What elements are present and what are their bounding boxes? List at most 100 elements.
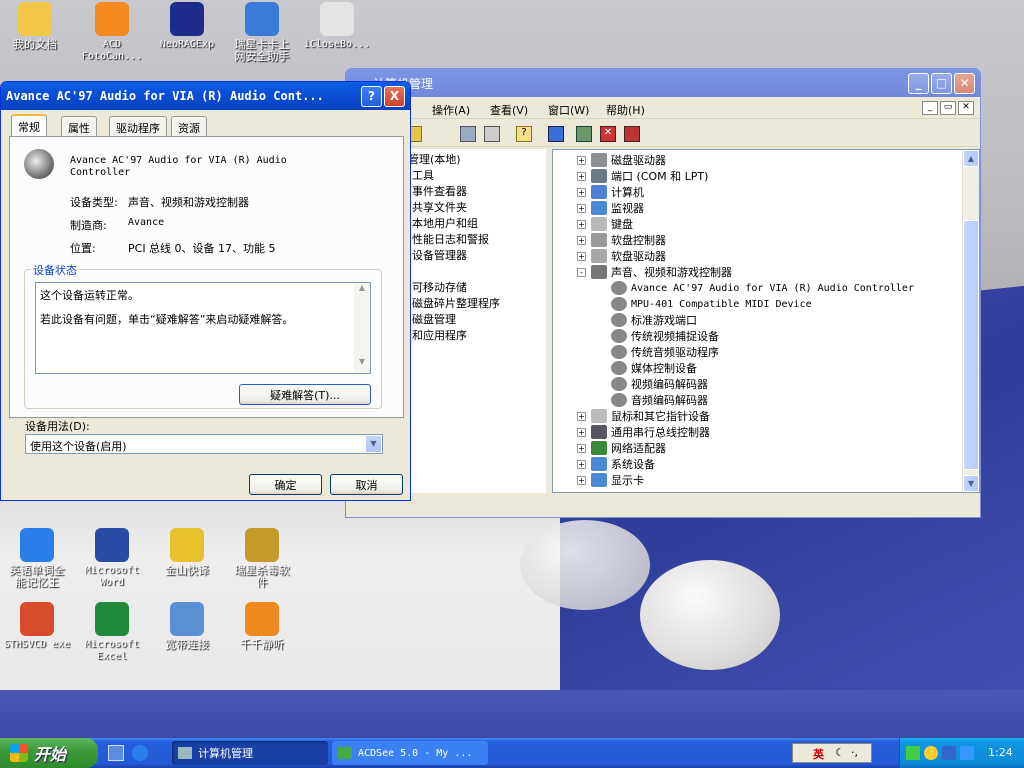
scroll-down-button[interactable]: ▼ xyxy=(963,475,979,492)
desktop-icon[interactable]: iCloseBo... xyxy=(292,2,382,51)
menu-action[interactable]: 操作(A) xyxy=(432,102,470,118)
safe-tray-icon[interactable] xyxy=(960,746,974,760)
device-usage-select[interactable]: 使用这个设备(启用) ▼ xyxy=(25,434,383,454)
device-tree-item[interactable]: 音频编码解码器 xyxy=(611,392,708,408)
menu-help[interactable]: 帮助(H) xyxy=(606,102,645,118)
scroll-up-button[interactable]: ▲ xyxy=(963,150,979,167)
device-tree-item[interactable]: + 监视器 xyxy=(577,200,644,216)
expand-toggle[interactable]: + xyxy=(577,427,586,437)
volume-tray-icon[interactable] xyxy=(924,746,938,760)
expand-toggle[interactable]: + xyxy=(577,475,586,485)
expand-toggle[interactable]: + xyxy=(577,187,586,197)
device-tree-item[interactable]: - 声音、视频和游戏控制器 xyxy=(577,264,732,280)
console-tree-item[interactable]: 磁盘管理 xyxy=(412,311,456,327)
expand-toggle[interactable]: + xyxy=(577,219,586,229)
device-tree-item[interactable]: + 系统设备 xyxy=(577,456,655,472)
console-tree-item[interactable]: 工具 xyxy=(412,167,434,183)
console-tree-item[interactable]: 共享文件夹 xyxy=(412,199,467,215)
network-tray-icon[interactable] xyxy=(906,746,920,760)
device-tree-item[interactable]: 传统视频捕捉设备 xyxy=(611,328,719,344)
device-tree-pane[interactable]: + 磁盘驱动器 + 端口 (COM 和 LPT) + 计算机 + 监视器 + 键盘 + 软盘控制器 + 软… xyxy=(552,149,980,493)
print-icon[interactable] xyxy=(484,126,500,142)
expand-toggle[interactable]: + xyxy=(577,171,586,181)
device-tree-item[interactable]: 媒体控制设备 xyxy=(611,360,697,376)
mgmt-titlebar[interactable]: 计算机管理 _ □ ✕ xyxy=(346,69,980,97)
update-driver-icon[interactable] xyxy=(576,126,592,142)
dialog-close-button[interactable]: X xyxy=(384,85,405,107)
device-status-textbox[interactable]: 这个设备运转正常。 若此设备有问题，单击“疑难解答”来启动疑难解答。 ▲ ▼ xyxy=(35,282,371,374)
expand-toggle[interactable]: + xyxy=(577,443,586,453)
expand-toggle[interactable]: + xyxy=(577,459,586,469)
console-tree-item[interactable]: 设备管理器 xyxy=(412,247,467,263)
ime-moon-icon[interactable]: ☾ xyxy=(835,746,845,759)
expand-toggle[interactable]: + xyxy=(577,235,586,245)
console-tree-item[interactable]: 管理(本地) xyxy=(408,151,461,167)
task-acdsee[interactable]: ACDSee 5.0 - My ... xyxy=(332,741,488,765)
device-properties-dialog[interactable]: Avance AC'97 Audio for VIA (R) Audio Con… xyxy=(0,81,411,501)
device-tree-item[interactable]: + 软盘驱动器 xyxy=(577,248,666,264)
ime-bar[interactable]: 英 ☾ ·, xyxy=(792,743,872,763)
device-tree-item[interactable]: + 端口 (COM 和 LPT) xyxy=(577,168,708,184)
status-scrollbar[interactable]: ▲ ▼ xyxy=(354,283,370,373)
maximize-button[interactable]: □ xyxy=(931,72,952,94)
expand-toggle[interactable]: + xyxy=(577,155,586,165)
device-tree-item[interactable]: 传统音频驱动程序 xyxy=(611,344,719,360)
cancel-button[interactable]: 取消 xyxy=(330,474,403,495)
tab-resources[interactable]: 资源 xyxy=(171,116,207,136)
menu-view[interactable]: 查看(V) xyxy=(490,102,528,118)
device-tree-item[interactable]: + 键盘 xyxy=(577,216,633,232)
start-button[interactable]: 开始 xyxy=(0,738,98,768)
ime-mode[interactable]: 英 xyxy=(813,746,824,762)
ok-button[interactable]: 确定 xyxy=(249,474,322,495)
show-desktop-icon[interactable] xyxy=(108,745,124,761)
dialog-titlebar[interactable]: Avance AC'97 Audio for VIA (R) Audio Con… xyxy=(1,82,410,110)
disable-icon[interactable] xyxy=(624,126,640,142)
device-tree-item[interactable]: + 鼠标和其它指针设备 xyxy=(577,408,710,424)
tab-properties[interactable]: 属性 xyxy=(61,116,97,136)
device-tree-item[interactable]: + 磁盘驱动器 xyxy=(577,152,666,168)
clock[interactable]: 1:24 xyxy=(988,746,1013,759)
console-tree-item[interactable]: 性能日志和警报 xyxy=(412,231,489,247)
status-scroll-down[interactable]: ▼ xyxy=(354,357,370,373)
computer-management-window[interactable]: 计算机管理 _ □ ✕ 操作(A) 查看(V) 窗口(W) 帮助(H) _ ▭ … xyxy=(345,68,981,518)
mdi-close-button[interactable]: ✕ xyxy=(958,101,974,115)
expand-toggle[interactable]: + xyxy=(577,203,586,213)
expand-toggle[interactable]: - xyxy=(577,267,586,277)
uninstall-icon[interactable]: ✕ xyxy=(600,126,616,142)
desktop-icon[interactable]: 瑞星杀毒软 件 xyxy=(217,528,307,589)
chevron-down-icon[interactable]: ▼ xyxy=(365,435,382,453)
device-tree-item[interactable]: + 显示卡 xyxy=(577,472,644,488)
device-tree-item[interactable]: MPU-401 Compatible MIDI Device xyxy=(611,296,812,312)
console-tree-item[interactable]: 磁盘碎片整理程序 xyxy=(412,295,500,311)
device-tree-item[interactable]: + 网络适配器 xyxy=(577,440,666,456)
console-tree-item[interactable]: 和应用程序 xyxy=(412,327,467,343)
minimize-button[interactable]: _ xyxy=(908,72,929,94)
device-tree-item[interactable]: 视频编码解码器 xyxy=(611,376,708,392)
expand-toggle[interactable]: + xyxy=(577,251,586,261)
device-tree-item[interactable]: Avance AC'97 Audio for VIA (R) Audio Con… xyxy=(611,280,914,296)
device-tree-item[interactable]: 标准游戏端口 xyxy=(611,312,697,328)
scroll-thumb[interactable] xyxy=(963,220,979,470)
help-icon[interactable]: ? xyxy=(516,126,532,142)
scan-hardware-icon[interactable] xyxy=(548,126,564,142)
ie-quicklaunch-icon[interactable] xyxy=(132,745,148,761)
device-tree-item[interactable]: + 计算机 xyxy=(577,184,644,200)
device-tree-item[interactable]: + 软盘控制器 xyxy=(577,232,666,248)
tab-general[interactable]: 常规 xyxy=(11,114,47,136)
console-tree-item[interactable]: 事件查看器 xyxy=(412,183,467,199)
device-tree-scrollbar[interactable]: ▲ ▼ xyxy=(962,150,979,492)
tab-driver[interactable]: 驱动程序 xyxy=(109,116,167,136)
mdi-restore-button[interactable]: ▭ xyxy=(940,101,956,115)
troubleshoot-button[interactable]: 疑难解答(T)... xyxy=(239,384,371,405)
expand-toggle[interactable]: + xyxy=(577,411,586,421)
device-tree-item[interactable]: + 通用串行总线控制器 xyxy=(577,424,710,440)
console-tree-item[interactable]: 本地用户和组 xyxy=(412,215,478,231)
task-computer-management[interactable]: 计算机管理 xyxy=(172,741,328,765)
properties-icon[interactable] xyxy=(460,126,476,142)
menu-window[interactable]: 窗口(W) xyxy=(548,102,589,118)
mdi-minimize-button[interactable]: _ xyxy=(922,101,938,115)
desktop-icon[interactable]: 千千静听 xyxy=(217,602,307,651)
ime-punct-icon[interactable]: ·, xyxy=(851,746,858,759)
status-scroll-up[interactable]: ▲ xyxy=(354,283,370,299)
console-tree-item[interactable]: 可移动存储 xyxy=(412,279,467,295)
